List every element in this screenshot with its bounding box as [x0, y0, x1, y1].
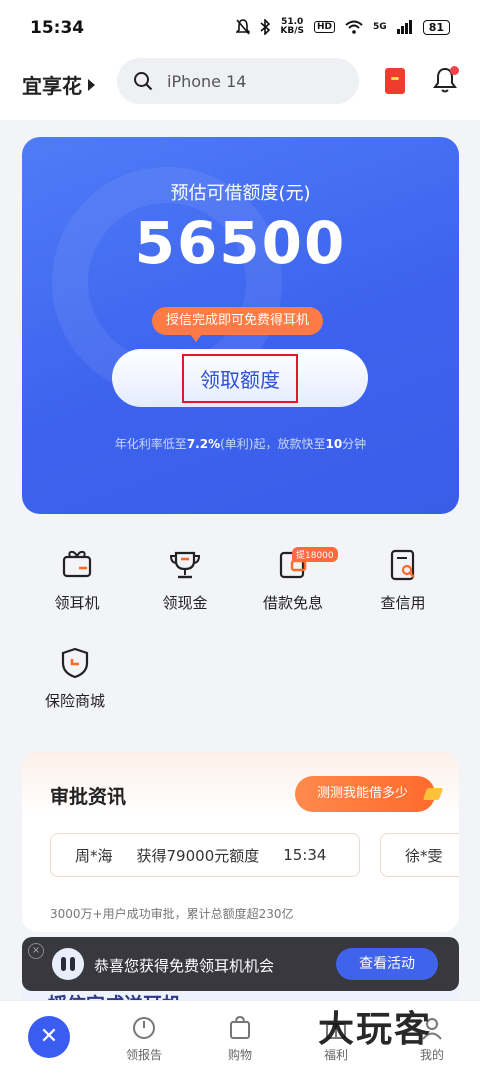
quick-action-insurance[interactable]: 保险商城 — [30, 646, 120, 711]
watermark: 大玩客 — [318, 1009, 433, 1050]
top-header: 宜享花 iPhone 14 — [0, 58, 480, 120]
news-text: 获得79000元额度 — [136, 846, 260, 865]
hd-badge: HD — [314, 21, 336, 33]
quick-action-cash[interactable]: 领现金 — [140, 548, 230, 613]
view-activity-button[interactable]: 查看活动 — [336, 948, 438, 980]
signal-label: 5G — [373, 22, 387, 32]
shield-icon — [61, 647, 89, 679]
caret-right-icon — [88, 78, 95, 91]
signal-icon — [396, 20, 412, 34]
mute-icon — [236, 19, 251, 35]
shopping-bag-icon — [230, 1015, 250, 1039]
gift-icon — [62, 550, 92, 578]
battery-indicator: 81 — [422, 19, 450, 35]
credit-limit-amount: 56500 — [134, 209, 347, 277]
search-placeholder: iPhone 14 — [167, 71, 247, 91]
tab-report[interactable]: 领报告 — [104, 1015, 184, 1063]
report-icon — [133, 1017, 155, 1039]
quick-action-headphones[interactable]: 领耳机 — [32, 548, 122, 613]
rate-note: 年化利率低至7.2%(单利)起，放款快至10分钟 — [114, 437, 367, 451]
claim-limit-label: 领取额度 — [182, 353, 298, 403]
trophy-icon — [169, 551, 201, 579]
tab-shopping[interactable]: 购物 — [200, 1015, 280, 1063]
news-item: 徐*雯 — [380, 833, 459, 877]
promo-tip: 授信完成即可免费得耳机 — [152, 307, 324, 342]
approval-news-card: 审批资讯 测测我能借多少 周*海 获得79000元额度 15:34 徐*雯 30… — [22, 752, 459, 932]
wifi-icon — [345, 20, 363, 34]
quick-action-interest-free[interactable]: 提18000 借款免息 — [248, 547, 338, 613]
quick-action-credit-check[interactable]: 查信用 — [358, 548, 448, 613]
approval-stats: 3000万+用户成功审批，累计总额度超230亿 — [50, 907, 294, 921]
tab-home[interactable]: ✕ — [28, 1016, 70, 1058]
search-bar[interactable]: iPhone 14 — [117, 58, 359, 104]
brand-name: 宜享花 — [22, 74, 82, 98]
promo-toast: × 恭喜您获得免费领耳机机会 查看活动 — [22, 937, 459, 991]
close-icon[interactable]: × — [28, 943, 44, 959]
status-time: 15:34 — [30, 18, 85, 38]
brand-switcher[interactable]: 宜享花 — [22, 70, 95, 99]
news-time: 15:34 — [283, 846, 327, 864]
credit-limit-title: 预估可借额度(元) — [170, 183, 311, 204]
net-speed: 51.0 KB/S — [280, 17, 305, 36]
credit-report-icon — [390, 549, 415, 581]
red-packet-icon[interactable] — [385, 68, 405, 94]
toast-message: 恭喜您获得免费领耳机机会 — [94, 957, 275, 975]
quick-action-badge: 提18000 — [292, 547, 338, 562]
credit-limit-card: 预估可借额度(元) 56500 授信完成即可免费得耳机 领取额度 年化利率低至7… — [22, 137, 459, 514]
news-item: 周*海 获得79000元额度 15:34 — [50, 833, 360, 877]
search-icon — [134, 72, 153, 91]
bluetooth-icon — [260, 19, 271, 35]
approval-news-title: 审批资讯 — [50, 786, 127, 808]
status-icons: 51.0 KB/S HD 5G 81 — [236, 18, 450, 36]
notification-dot — [450, 66, 459, 75]
news-user: 周*海 — [75, 846, 113, 865]
status-bar: 15:34 51.0 KB/S HD 5G 81 — [0, 0, 480, 58]
estimate-limit-button[interactable]: 测测我能借多少 — [295, 776, 435, 812]
headphones-icon — [52, 948, 84, 980]
claim-limit-button[interactable]: 领取额度 — [112, 349, 368, 407]
